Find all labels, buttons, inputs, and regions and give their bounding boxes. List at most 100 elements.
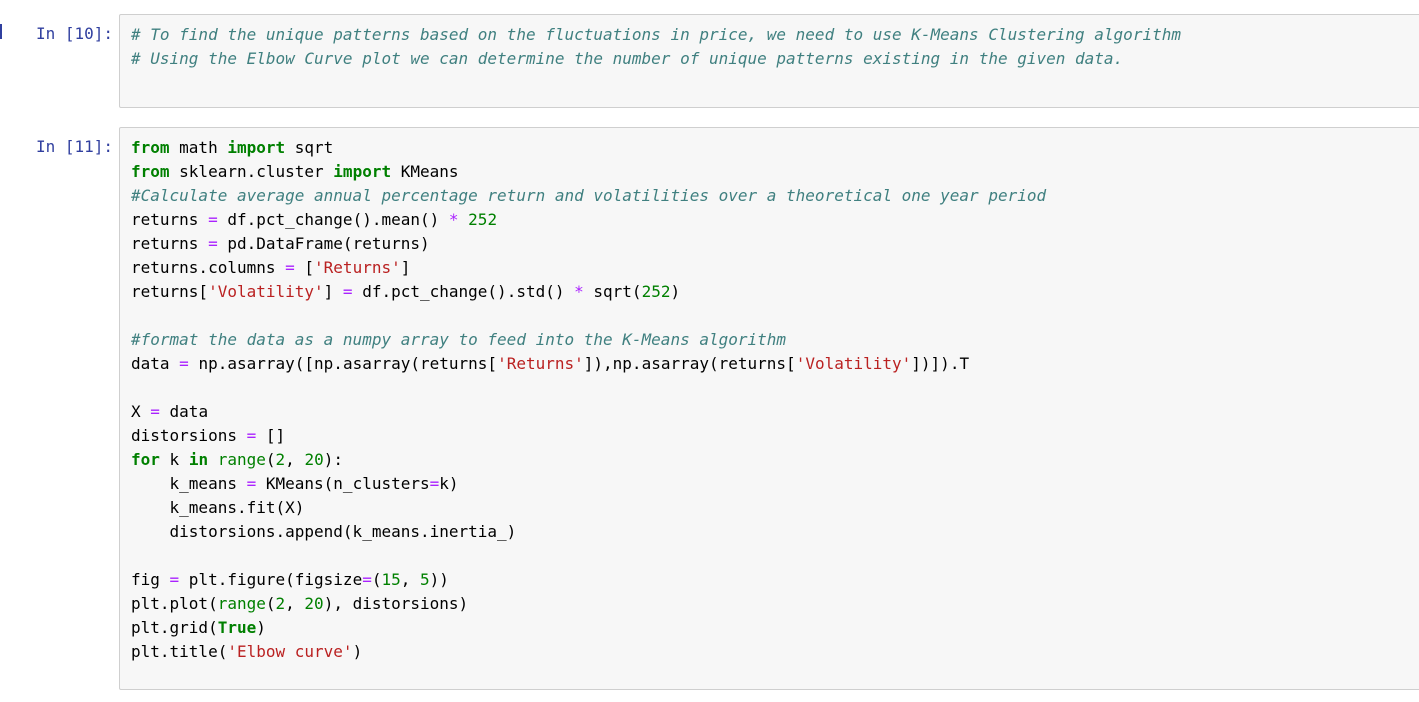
code-token: ( [265,450,276,469]
code-line: X = data [131,400,1412,424]
code-token: plt.plot( [131,594,218,613]
code-token: data [131,354,180,373]
code-editor[interactable]: from math import sqrt from sklearn.cluste… [119,127,1419,690]
code-token: ) [670,282,681,301]
code-token: in [188,450,209,469]
code-token: returns.columns [131,258,286,277]
code-token: )) [429,570,449,589]
code-token: # To find the unique patterns based on t… [131,25,1181,44]
code-token: fig [131,570,170,589]
code-token: KMeans(n_clusters [256,474,430,493]
code-editor[interactable]: # To find the unique patterns based on t… [119,14,1419,108]
code-token: returns [131,210,209,229]
code-token: = [246,426,257,445]
code-token: KMeans [391,162,459,181]
code-line: from sklearn.cluster import KMeans [131,160,1412,184]
code-token: pd.DataFrame(returns) [217,234,430,253]
code-token: distorsions.append(k_means.inertia_) [131,522,517,541]
code-token: from [131,162,170,181]
code-token: distorsions [131,426,247,445]
code-line: distorsions.append(k_means.inertia_) [131,520,1412,544]
code-lines: # To find the unique patterns based on t… [131,23,1412,71]
code-token: 20 [304,594,324,613]
code-token: ] [323,282,343,301]
code-token: = [362,570,372,589]
code-token: 'Returns' [497,354,584,373]
code-token: k [159,450,189,469]
code-line: # Using the Elbow Curve plot we can dete… [131,47,1412,71]
code-line: returns.columns = ['Returns'] [131,256,1412,280]
code-token: * [574,282,584,301]
code-token: sklearn.cluster [169,162,334,181]
code-token: data [159,402,209,421]
code-token: = [208,234,218,253]
code-line: fig = plt.figure(figsize=(15, 5)) [131,568,1412,592]
code-token: ]),np.asarray(returns[ [583,354,796,373]
code-token: True [217,618,257,637]
code-line: from math import sqrt [131,136,1412,160]
code-token: 'Returns' [314,258,401,277]
code-token: ): [323,450,343,469]
code-token: df.pct_change().mean() [217,210,449,229]
code-token: X [131,402,151,421]
code-token: ), distorsions) [323,594,469,613]
code-token: = [169,570,180,589]
code-token: sqrt( [583,282,642,301]
code-line: k_means = KMeans(n_clusters=k) [131,472,1412,496]
code-token: import [227,138,286,157]
code-token: = [342,282,353,301]
code-token: 20 [304,450,324,469]
code-token: = [285,258,295,277]
input-prompt: In [11]: [35,137,113,156]
code-token: , [285,594,305,613]
code-token: range [217,594,266,613]
code-token: #format the data as a numpy array to fee… [131,330,787,349]
code-line: returns = df.pct_change().mean() * 252 [131,208,1412,232]
code-line: plt.title('Elbow curve') [131,640,1412,664]
code-token: = [179,354,189,373]
code-token: #Calculate average annual percentage ret… [131,186,1047,205]
code-token: k) [439,474,459,493]
code-token: = [208,210,218,229]
code-token: * [448,210,459,229]
code-token: 'Volatility' [795,354,912,373]
code-token: = [429,474,440,493]
code-token: plt.grid( [131,618,218,637]
code-token: , [285,450,305,469]
code-token: # Using the Elbow Curve plot we can dete… [131,49,1124,68]
code-token: df.pct_change().std() [352,282,575,301]
code-token: 'Volatility' [208,282,324,301]
code-token: plt.title( [131,642,228,661]
code-token: k_means [131,474,247,493]
code-lines: from math import sqrt from sklearn.cluste… [131,136,1412,664]
code-token: 2 [275,594,286,613]
code-token: for [131,450,160,469]
code-line: plt.plot(range(2, 20), distorsions) [131,592,1412,616]
code-line: returns['Volatility'] = df.pct_change().… [131,280,1412,304]
code-token: [ [294,258,315,277]
code-token: 252 [468,210,498,229]
code-token: ( [265,594,276,613]
code-line: #Calculate average annual percentage ret… [131,184,1412,208]
code-line: plt.grid(True) [131,616,1412,640]
code-token: returns [131,234,209,253]
code-line: # To find the unique patterns based on t… [131,23,1412,47]
code-token: 2 [275,450,286,469]
input-prompt: In [10]: [35,24,113,43]
code-token: np.asarray([np.asarray(returns[ [188,354,498,373]
code-token: [] [256,426,286,445]
code-token: from [131,138,170,157]
code-token: , [400,570,421,589]
code-token: 'Elbow curve' [227,642,353,661]
code-token: range [217,450,266,469]
code-line: #format the data as a numpy array to fee… [131,328,1412,352]
code-token: plt.figure(figsize [179,570,363,589]
code-token: k_means.fit(X) [131,498,305,517]
code-line: distorsions = [] [131,424,1412,448]
code-token: 252 [641,282,671,301]
